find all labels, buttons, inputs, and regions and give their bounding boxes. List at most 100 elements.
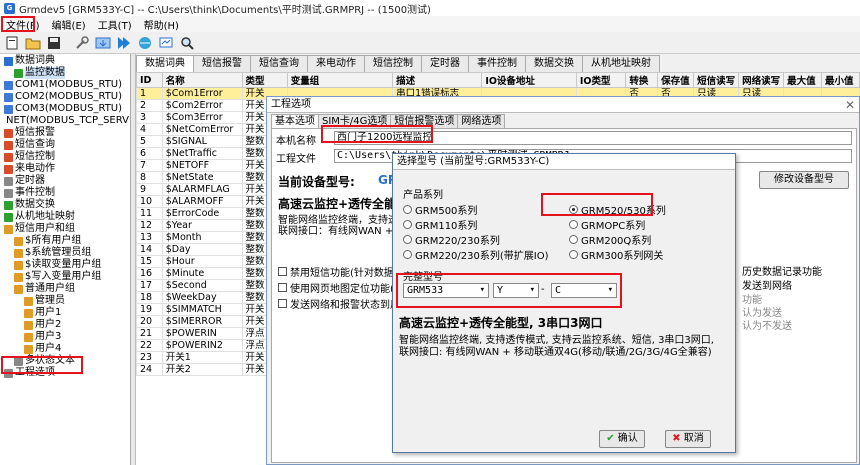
table-cell: $NetComError [161,123,243,136]
tree-item[interactable]: 数据交换 [0,199,130,211]
tree-node-icon [4,104,13,114]
column-header[interactable]: 最小值 [821,72,860,88]
disable-sms-checkbox[interactable]: 禁用短信功能(针对数据卡) [278,264,408,279]
column-header[interactable]: 短信读写 [693,72,740,88]
model-series-select[interactable]: GRM533 [403,283,489,298]
column-header[interactable]: 最大值 [783,72,823,88]
main-tab[interactable]: 短信报警 [193,55,251,72]
monitor-icon[interactable] [157,34,175,52]
tree-item[interactable]: $读取变量用户组 [0,259,130,271]
close-icon[interactable]: ✕ [845,98,855,112]
tree-item[interactable]: COM1(MODBUS_RTU) [0,79,130,91]
new-icon[interactable] [3,34,21,52]
tree-item[interactable]: 用户3 [0,331,130,343]
download-icon[interactable] [94,34,112,52]
tab-sim[interactable]: SIM卡/4G选项 [318,114,392,129]
tree-item[interactable]: $写入变量用户组 [0,271,130,283]
column-header[interactable]: 网络读写 [738,72,785,88]
main-tab[interactable]: 短信查询 [250,55,308,72]
menu-bar: 文件(F) 编辑(E) 工具(T) 帮助(H) [0,16,860,32]
column-header[interactable]: IO类型 [575,72,627,88]
device-name-input[interactable]: 西门子1200远程监控 [334,131,852,145]
ok-button[interactable]: ✔ 确认 [599,430,645,448]
tree-item[interactable]: 用户1 [0,307,130,319]
save-icon[interactable] [45,34,63,52]
series-radio[interactable]: GRM110系列 [403,217,477,232]
tab-basic[interactable]: 基本选项 [271,114,319,129]
column-header[interactable]: 描述 [392,72,483,88]
table-cell: $Year [161,219,243,232]
main-tab[interactable]: 从机地址映射 [582,55,660,72]
tab-network[interactable]: 网络选项 [457,114,506,129]
main-tab[interactable]: 来电动作 [307,55,365,72]
column-header[interactable]: 变量组 [286,72,394,88]
tree-item[interactable]: 多状态文本 [0,355,130,367]
series-radio[interactable]: GRM220/230系列 [403,232,500,247]
main-tab[interactable]: 数据交换 [525,55,583,72]
table-cell: $ErrorCode [161,207,243,220]
disable-sms-label: 禁用短信功能(针对数据卡) [290,268,408,279]
menu-edit[interactable]: 编辑(E) [46,17,92,32]
menu-file[interactable]: 文件(F) [0,17,46,32]
series-radio[interactable]: GRM500系列 [403,202,477,217]
tree-item[interactable]: 普通用户组 [0,283,130,295]
tree-item[interactable]: 短信报警 [0,127,130,139]
tree-node-icon [4,188,13,198]
main-tab[interactable]: 数据词典 [136,55,194,72]
column-header[interactable]: 类型 [241,72,288,88]
column-header[interactable]: ID [136,72,163,88]
series-label: GRM110系列 [415,221,478,232]
tree-item[interactable]: COM3(MODBUS_RTU) [0,103,130,115]
tree-item[interactable]: 管理员 [0,295,130,307]
tree-item[interactable]: 短信控制 [0,151,130,163]
menu-help[interactable]: 帮助(H) [138,17,185,32]
column-header[interactable]: 保存值 [657,72,695,88]
table-cell: $ALARMFLAG [161,183,243,196]
tree-item-label: 从机地址映射 [15,211,75,222]
cancel-button[interactable]: ✖ 取消 [665,430,711,448]
main-tab[interactable]: 定时器 [421,55,469,72]
search-icon[interactable] [178,34,196,52]
tree-item[interactable]: $系统管理员组 [0,247,130,259]
tree-item[interactable]: 工程选项 [0,367,130,379]
tree-item[interactable]: 用户4 [0,343,130,355]
column-header[interactable]: IO设备地址 [481,72,577,88]
tree-item[interactable]: 从机地址映射 [0,211,130,223]
run-icon[interactable] [115,34,133,52]
tree-item[interactable]: 事件控制 [0,187,130,199]
tree-item[interactable]: 短信用户和组 [0,223,130,235]
series-radio[interactable]: GRM520/530系列 [569,202,666,217]
connect-icon[interactable] [136,34,154,52]
series-label: GRM200Q系列 [581,236,652,247]
tree-item[interactable]: NET(MODBUS_TCP_SERVER) [0,115,130,127]
tree-item[interactable]: 定时器 [0,175,130,187]
tree-item[interactable]: 来电动作 [0,163,130,175]
column-header[interactable]: 转换 [625,72,659,88]
tree-item[interactable]: 数据词典 [0,55,130,67]
tree-item[interactable]: $所有用户组 [0,235,130,247]
tree-item[interactable]: 监控数据 [0,67,130,79]
tree-item[interactable]: COM2(MODBUS_RTU) [0,91,130,103]
table-cell: $Com2Error [161,99,243,112]
check-icon: ✔ [606,433,615,444]
tree-item[interactable]: 用户2 [0,319,130,331]
series-radio[interactable]: GRM200Q系列 [569,232,651,247]
series-radio[interactable]: GRMOPC系列 [569,217,645,232]
open-icon[interactable] [24,34,42,52]
modify-model-button[interactable]: 修改设备型号 [759,171,849,189]
table-cell: $POWERIN [161,327,243,340]
table-cell: $Com1Error [161,87,243,100]
tree-item[interactable]: 短信查询 [0,139,130,151]
menu-tools[interactable]: 工具(T) [92,17,138,32]
column-header[interactable]: 名称 [161,72,243,88]
series-radio[interactable]: GRM300系列网关 [569,247,663,262]
series-radio[interactable]: GRM220/230系列(带扩展IO) [403,247,549,262]
main-tab[interactable]: 事件控制 [468,55,526,72]
tab-sms-alarm[interactable]: 短信报警选项 [390,114,459,129]
model-network-select[interactable]: Y [493,283,539,298]
tools-icon[interactable] [73,34,91,52]
tree-item-label: $写入变量用户组 [25,271,102,282]
main-tab[interactable]: 短信控制 [364,55,422,72]
model-option-select[interactable]: C [551,283,617,298]
send-status-checkbox[interactable]: 发送网络和报警状态到用户 [278,296,410,311]
